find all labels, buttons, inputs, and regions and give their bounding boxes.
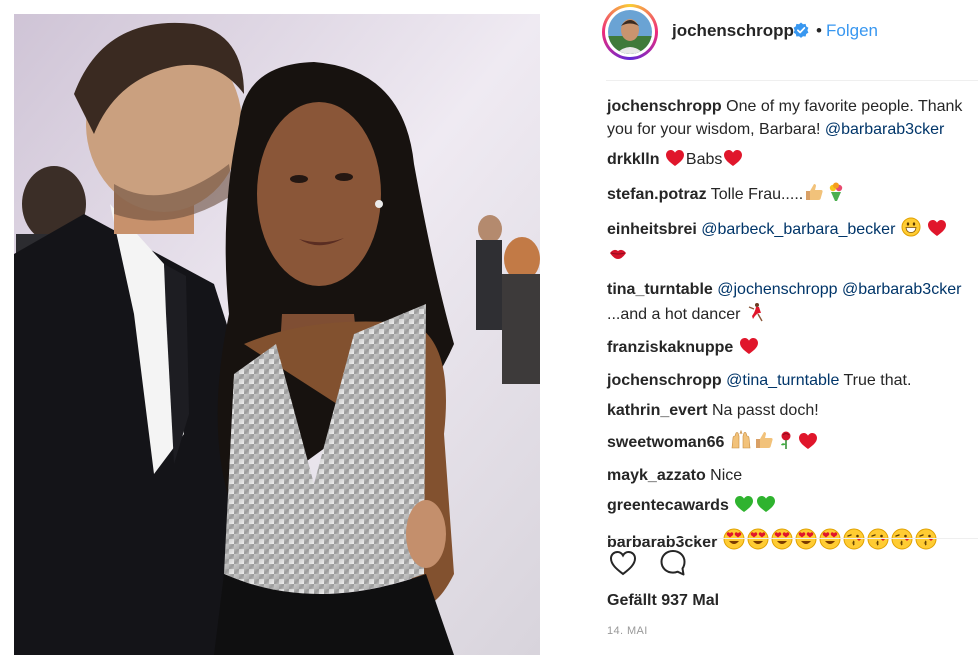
post-image (14, 14, 540, 655)
heart-emoji-icon (723, 149, 743, 175)
comment: tina_turntable @jochenschropp @barbarab3… (607, 279, 969, 329)
comment-mention[interactable]: @barbarab3cker (825, 121, 944, 138)
speech-bubble-icon[interactable] (658, 548, 688, 583)
kiss-emoji-icon (608, 244, 628, 272)
kissing-face-emoji-icon (843, 528, 865, 558)
rose-emoji-icon (776, 430, 796, 458)
like-count[interactable]: Gefällt 937 Mal (607, 592, 719, 610)
verified-badge-icon (793, 22, 809, 43)
green-heart-emoji-icon (756, 495, 776, 521)
comments-list: jochenschropp One of my favorite people.… (607, 96, 969, 565)
raised-hands-emoji-icon (730, 429, 752, 458)
comment-username[interactable]: jochenschropp (607, 98, 722, 115)
heart-emoji-icon (798, 432, 818, 458)
comment-username[interactable]: drkklln (607, 151, 659, 168)
heart-eyes-emoji-icon (795, 528, 817, 558)
comment: jochenschropp @tina_turntable True that. (607, 370, 969, 393)
grin-emoji-icon (901, 217, 921, 245)
heart-eyes-emoji-icon (819, 528, 841, 558)
comment-text (717, 534, 721, 551)
comment-text (724, 434, 728, 451)
post-header: jochenschropp • Folgen (592, 0, 978, 80)
post-photo[interactable] (14, 14, 540, 655)
comment-mention[interactable]: @barbarab3cker (842, 281, 961, 298)
avatar-image (608, 10, 652, 54)
comment-username[interactable]: tina_turntable (607, 281, 713, 298)
comment-text: Na passt doch! (707, 401, 819, 419)
comment-text (659, 151, 663, 168)
comment-text (729, 497, 733, 514)
green-heart-emoji-icon (734, 495, 754, 521)
comment-text (733, 339, 737, 356)
comment-text: Babs (685, 150, 723, 168)
author-username[interactable]: jochenschropp (672, 21, 794, 41)
heart-emoji-icon (739, 337, 759, 363)
heart-emoji-icon (927, 219, 947, 245)
comment-mention[interactable]: @barbeck_barbara_becker (701, 221, 895, 238)
comment-username[interactable]: stefan.potraz (607, 186, 707, 203)
comment: sweetwoman66 (607, 429, 969, 458)
follow-button[interactable]: Folgen (826, 21, 878, 41)
thumbs-up-emoji-icon (804, 182, 824, 210)
comment-text: Nice (705, 466, 743, 484)
kissing-face-emoji-icon (891, 528, 913, 558)
comment-username[interactable]: sweetwoman66 (607, 434, 724, 451)
header-separator: • (816, 21, 822, 40)
bouquet-emoji-icon (826, 182, 846, 210)
comment-text (922, 221, 926, 238)
comment-username[interactable]: kathrin_evert (607, 402, 708, 419)
comment-mention[interactable]: @tina_turntable (726, 372, 839, 389)
heart-eyes-emoji-icon (747, 528, 769, 558)
heart-emoji-icon (665, 149, 685, 175)
author-avatar[interactable] (602, 4, 658, 60)
comment: drkklln Babs (607, 149, 969, 175)
comment-mention[interactable]: @jochenschropp (717, 281, 837, 298)
comment: franziskaknuppe (607, 337, 969, 363)
post-sidebar: jochenschropp • Folgen jochenschropp One… (592, 0, 978, 655)
heart-outline-icon[interactable] (608, 548, 638, 583)
heart-eyes-emoji-icon (723, 528, 745, 558)
comment-username[interactable]: franziskaknuppe (607, 339, 733, 356)
kissing-face-emoji-icon (867, 528, 889, 558)
comment-text: ...and a hot dancer (607, 305, 745, 323)
comment-username[interactable]: greentecawards (607, 497, 729, 514)
dancer-emoji-icon (746, 302, 766, 330)
comment: kathrin_evert Na passt doch! (607, 400, 969, 423)
post-date: 14. MAI (607, 625, 648, 637)
header-divider (606, 80, 978, 81)
kissing-face-emoji-icon (915, 528, 937, 558)
comment-text: True that. (839, 371, 912, 389)
comment-username[interactable]: jochenschropp (607, 372, 722, 389)
comment: jochenschropp One of my favorite people.… (607, 96, 969, 141)
comment: greentecawards (607, 495, 969, 521)
comment-text: Tolle Frau..... (706, 185, 804, 203)
comment-username[interactable]: mayk_azzato (607, 467, 706, 484)
thumbs-up-emoji-icon (754, 430, 774, 458)
actions-divider (606, 538, 978, 539)
heart-eyes-emoji-icon (771, 528, 793, 558)
comment: einheitsbrei @barbeck_barbara_becker (607, 217, 969, 272)
comment: stefan.potraz Tolle Frau..... (607, 182, 969, 210)
comment: mayk_azzato Nice (607, 465, 969, 488)
comment-username[interactable]: einheitsbrei (607, 221, 697, 238)
comment-text (895, 221, 899, 238)
